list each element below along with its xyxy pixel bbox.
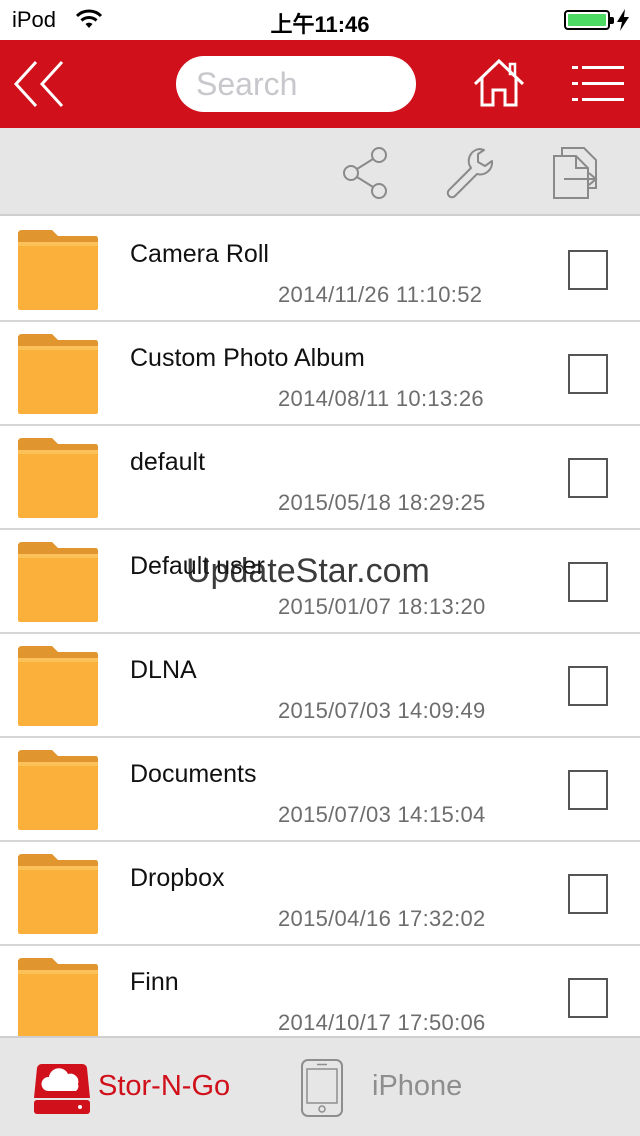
file-move-icon[interactable] xyxy=(550,146,600,200)
file-row[interactable]: Default user 2015/01/07 18:13:20 xyxy=(0,530,640,634)
file-row[interactable]: default 2015/05/18 18:29:25 xyxy=(0,426,640,530)
folder-date: 2015/07/03 14:09:49 xyxy=(278,698,486,723)
folder-date: 2015/05/18 18:29:25 xyxy=(278,490,486,515)
folder-icon xyxy=(16,436,100,520)
folder-name: Custom Photo Album xyxy=(130,344,365,372)
file-row[interactable]: DLNA 2015/07/03 14:09:49 xyxy=(0,634,640,738)
status-bar: iPod 上午11:46 xyxy=(0,0,640,40)
file-row[interactable]: Camera Roll 2014/11/26 11:10:52 xyxy=(0,218,640,322)
home-button[interactable] xyxy=(472,58,526,108)
folder-icon xyxy=(16,852,100,936)
tab-iphone[interactable]: iPhone xyxy=(290,1038,640,1136)
folder-name: Default user xyxy=(130,552,265,580)
folder-icon xyxy=(16,956,100,1036)
status-time: 上午11:46 xyxy=(270,12,370,37)
folder-date: 2015/04/16 17:32:02 xyxy=(278,906,486,931)
file-row[interactable]: Dropbox 2015/04/16 17:32:02 xyxy=(0,842,640,946)
folder-icon xyxy=(16,540,100,624)
share-icon[interactable] xyxy=(340,146,390,200)
folder-icon xyxy=(16,644,100,728)
folder-date: 2014/10/17 17:50:06 xyxy=(278,1010,486,1035)
file-row[interactable]: Documents 2015/07/03 14:15:04 xyxy=(0,738,640,842)
folder-date: 2014/11/26 11:10:52 xyxy=(278,282,483,307)
select-checkbox[interactable] xyxy=(568,666,608,706)
folder-icon xyxy=(16,332,100,416)
select-checkbox[interactable] xyxy=(568,978,608,1018)
file-row[interactable]: Custom Photo Album 2014/08/11 10:13:26 xyxy=(0,322,640,426)
nav-bar xyxy=(0,40,640,128)
folder-icon xyxy=(16,228,100,312)
select-checkbox[interactable] xyxy=(568,458,608,498)
select-checkbox[interactable] xyxy=(568,770,608,810)
file-list: Camera Roll 2014/11/26 11:10:52 Custom Pho… xyxy=(0,218,640,1036)
tab-bar: Stor-N-Go iPhone xyxy=(0,1036,640,1136)
tab-label: iPhone xyxy=(372,1070,463,1102)
back-button[interactable] xyxy=(12,58,68,110)
cloud-drive-icon xyxy=(34,1064,90,1114)
select-checkbox[interactable] xyxy=(568,874,608,914)
charging-icon xyxy=(617,9,629,31)
search-input[interactable] xyxy=(196,56,396,112)
folder-name: Dropbox xyxy=(130,864,225,892)
tab-stor-n-go[interactable]: Stor-N-Go xyxy=(0,1038,290,1136)
select-checkbox[interactable] xyxy=(568,354,608,394)
folder-name: Documents xyxy=(130,760,257,788)
select-checkbox[interactable] xyxy=(568,562,608,602)
folder-name: DLNA xyxy=(130,656,197,684)
action-toolbar xyxy=(0,128,640,216)
folder-date: 2015/07/03 14:15:04 xyxy=(278,802,486,827)
file-row[interactable]: Finn 2014/10/17 17:50:06 xyxy=(0,946,640,1036)
battery-icon xyxy=(564,10,614,30)
folder-name: Finn xyxy=(130,968,179,996)
folder-name: default xyxy=(130,448,206,476)
folder-name: Camera Roll xyxy=(130,240,269,268)
select-checkbox[interactable] xyxy=(568,250,608,290)
folder-date: 2015/01/07 18:13:20 xyxy=(278,594,486,619)
tab-label: Stor-N-Go xyxy=(98,1070,231,1102)
folder-date: 2014/08/11 10:13:26 xyxy=(278,386,484,411)
search-field[interactable] xyxy=(176,56,416,112)
menu-button[interactable] xyxy=(572,64,624,104)
iphone-icon xyxy=(301,1059,343,1117)
folder-icon xyxy=(16,748,100,832)
wrench-icon[interactable] xyxy=(444,146,494,200)
